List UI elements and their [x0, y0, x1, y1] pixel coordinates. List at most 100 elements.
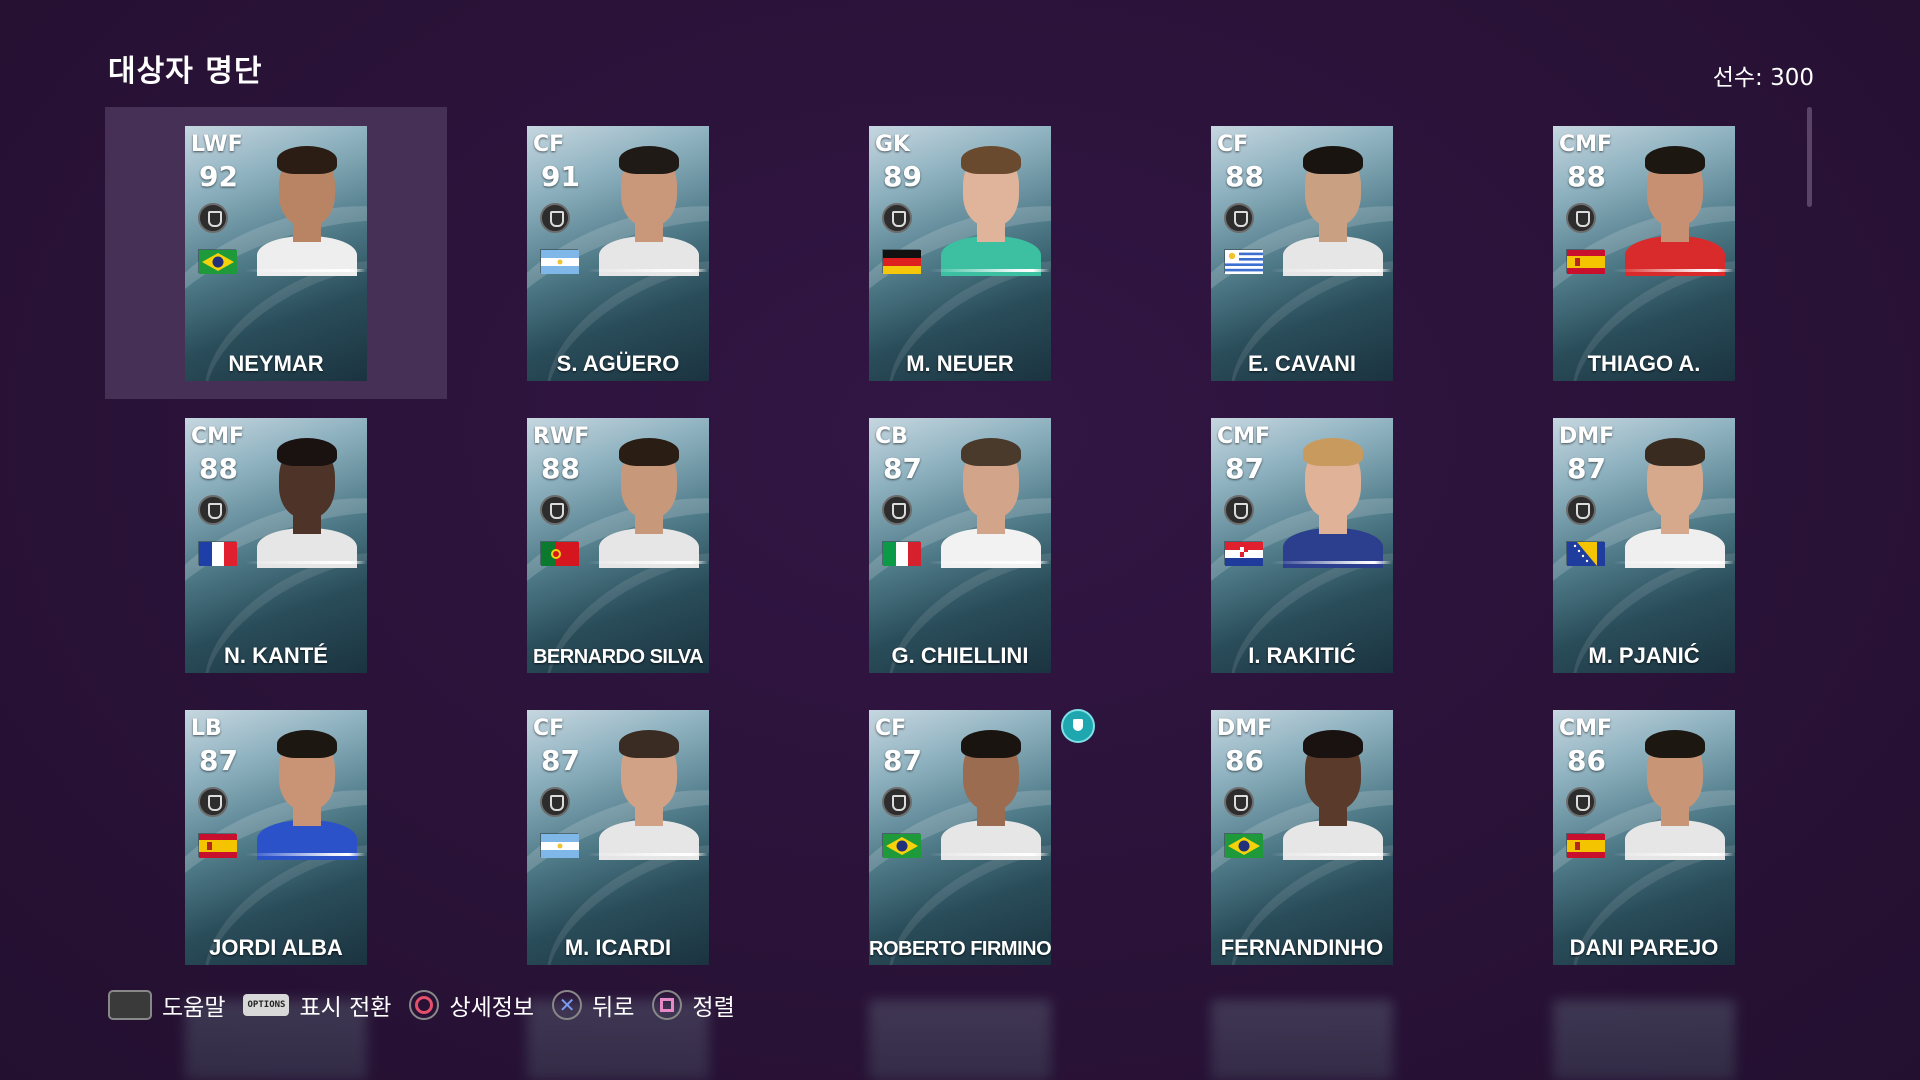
player-rating: 87 [883, 744, 922, 777]
next-row-card-faded [869, 1000, 1051, 1080]
cross-button-icon: ✕ [552, 990, 583, 1020]
player-card-cell[interactable]: LWF 92 NEYMAR [105, 107, 447, 399]
help-hint[interactable]: 도움말 [108, 988, 225, 1022]
player-position: DMF [1559, 424, 1615, 449]
player-name: I. RAKITIĆ [1248, 643, 1356, 668]
player-portrait [941, 144, 1041, 276]
player-position: CF [533, 716, 565, 741]
player-rating: 91 [541, 160, 580, 193]
player-card-cell[interactable]: CF 91 S. AGÜERO [447, 107, 789, 399]
player-rating: 88 [1225, 160, 1264, 193]
player-card[interactable]: CF 88 E. CAVANI [1211, 126, 1393, 381]
player-card-cell[interactable]: CF 88 E. CAVANI [1131, 107, 1473, 399]
player-rating: 86 [1225, 744, 1264, 777]
club-emblem-icon [1566, 495, 1596, 525]
next-row-card-faded [1211, 1000, 1393, 1080]
club-emblem-icon [1566, 203, 1596, 233]
club-emblem-icon [198, 203, 228, 233]
argentina-flag-icon [540, 249, 579, 274]
player-portrait [941, 728, 1041, 860]
player-card[interactable]: CF 87 M. ICARDI [527, 710, 709, 965]
player-card-cell[interactable]: CMF 88 N. KANTÉ [105, 399, 447, 691]
player-card[interactable]: CMF 86 DANI PAREJO [1553, 710, 1735, 965]
next-row-card-faded [1553, 1000, 1735, 1080]
player-name: S. AGÜERO [556, 351, 680, 376]
player-card-cell[interactable]: GK 89 M. NEUER [789, 107, 1131, 399]
player-card[interactable]: CMF 88 THIAGO A. [1553, 126, 1735, 381]
player-card[interactable]: GK 89 M. NEUER [869, 126, 1051, 381]
player-portrait [1625, 436, 1725, 568]
player-card[interactable]: LWF 92 NEYMAR [185, 126, 367, 381]
player-portrait [257, 728, 357, 860]
player-card-cell[interactable]: CMF 88 THIAGO A. [1473, 107, 1815, 399]
brazil-flag-icon [882, 833, 921, 858]
player-card[interactable]: CMF 87 I. RAKITIĆ [1211, 418, 1393, 673]
details-hint[interactable]: 상세정보 [409, 988, 534, 1022]
player-position: GK [875, 132, 911, 157]
club-emblem-icon [1224, 495, 1254, 525]
player-grid: LWF 92 NEYMAR CF 91 S. AGÜERO GK 89 M. N… [0, 0, 1920, 1080]
germany-flag-icon [882, 249, 921, 274]
square-button-icon [652, 990, 683, 1020]
player-name: JORDI ALBA [209, 935, 343, 960]
options-button-icon: OPTIONS [243, 994, 290, 1016]
player-card[interactable]: CF 87 ROBERTO FIRMINO [869, 710, 1051, 965]
player-portrait [257, 436, 357, 568]
club-emblem-icon [882, 495, 912, 525]
france-flag-icon [198, 541, 237, 566]
spain-flag-icon [198, 833, 237, 858]
player-name: BERNARDO SILVA [532, 646, 704, 668]
portugal-flag-icon [540, 541, 579, 566]
bosnia-flag-icon [1566, 541, 1605, 566]
player-card-cell[interactable]: DMF 87 M. PJANIĆ [1473, 399, 1815, 691]
player-card-cell[interactable]: CF 87 M. ICARDI [447, 691, 789, 983]
player-card[interactable]: CF 91 S. AGÜERO [527, 126, 709, 381]
club-emblem-icon [1224, 787, 1254, 817]
player-card-cell[interactable]: DMF 86 FERNANDINHO [1131, 691, 1473, 983]
club-emblem-icon [1566, 787, 1596, 817]
player-name: N. KANTÉ [224, 643, 328, 668]
player-card-cell[interactable]: CMF 87 I. RAKITIĆ [1131, 399, 1473, 691]
player-card-cell[interactable]: RWF 88 BERNARDO SILVA [447, 399, 789, 691]
player-name: M. NEUER [906, 351, 1014, 376]
player-portrait [257, 144, 357, 276]
sort-hint[interactable]: 정렬 [652, 988, 735, 1022]
spain-flag-icon [1566, 249, 1605, 274]
player-name: FERNANDINHO [1220, 935, 1384, 960]
argentina-flag-icon [540, 833, 579, 858]
player-card-cell[interactable]: CB 87 G. CHIELLINI [789, 399, 1131, 691]
player-position: CF [875, 716, 907, 741]
player-rating: 87 [883, 452, 922, 485]
player-rating: 87 [199, 744, 238, 777]
player-portrait [1283, 144, 1383, 276]
player-card-cell[interactable]: LB 87 JORDI ALBA [105, 691, 447, 983]
club-emblem-icon [540, 787, 570, 817]
featured-shield-badge-icon [1061, 709, 1095, 743]
player-portrait [1625, 728, 1725, 860]
player-card-cell[interactable]: CMF 86 DANI PAREJO [1473, 691, 1815, 983]
player-card[interactable]: DMF 86 FERNANDINHO [1211, 710, 1393, 965]
player-name: M. ICARDI [564, 935, 672, 960]
circle-button-icon [409, 990, 440, 1020]
player-rating: 87 [1567, 452, 1606, 485]
squad-list-screen: 대상자 명단 선수: 300 LWF 92 NEYMAR CF 91 S. AG… [0, 0, 1920, 1080]
player-card[interactable]: LB 87 JORDI ALBA [185, 710, 367, 965]
brazil-flag-icon [1224, 833, 1263, 858]
italy-flag-icon [882, 541, 921, 566]
player-position: LWF [191, 132, 243, 157]
back-hint[interactable]: ✕ 뒤로 [552, 988, 634, 1022]
player-name: THIAGO A. [1587, 351, 1701, 376]
toggle-display-hint[interactable]: OPTIONS 표시 전환 [243, 988, 391, 1022]
player-portrait [599, 728, 699, 860]
player-card[interactable]: CB 87 G. CHIELLINI [869, 418, 1051, 673]
player-card[interactable]: RWF 88 BERNARDO SILVA [527, 418, 709, 673]
toggle-display-label: 표시 전환 [299, 995, 392, 1021]
club-emblem-icon [882, 787, 912, 817]
player-card[interactable]: DMF 87 M. PJANIĆ [1553, 418, 1735, 673]
player-name: G. CHIELLINI [891, 643, 1029, 668]
club-emblem-icon [1224, 203, 1254, 233]
player-card[interactable]: CMF 88 N. KANTÉ [185, 418, 367, 673]
player-name: NEYMAR [228, 351, 324, 376]
spain-flag-icon [1566, 833, 1605, 858]
player-portrait [599, 436, 699, 568]
